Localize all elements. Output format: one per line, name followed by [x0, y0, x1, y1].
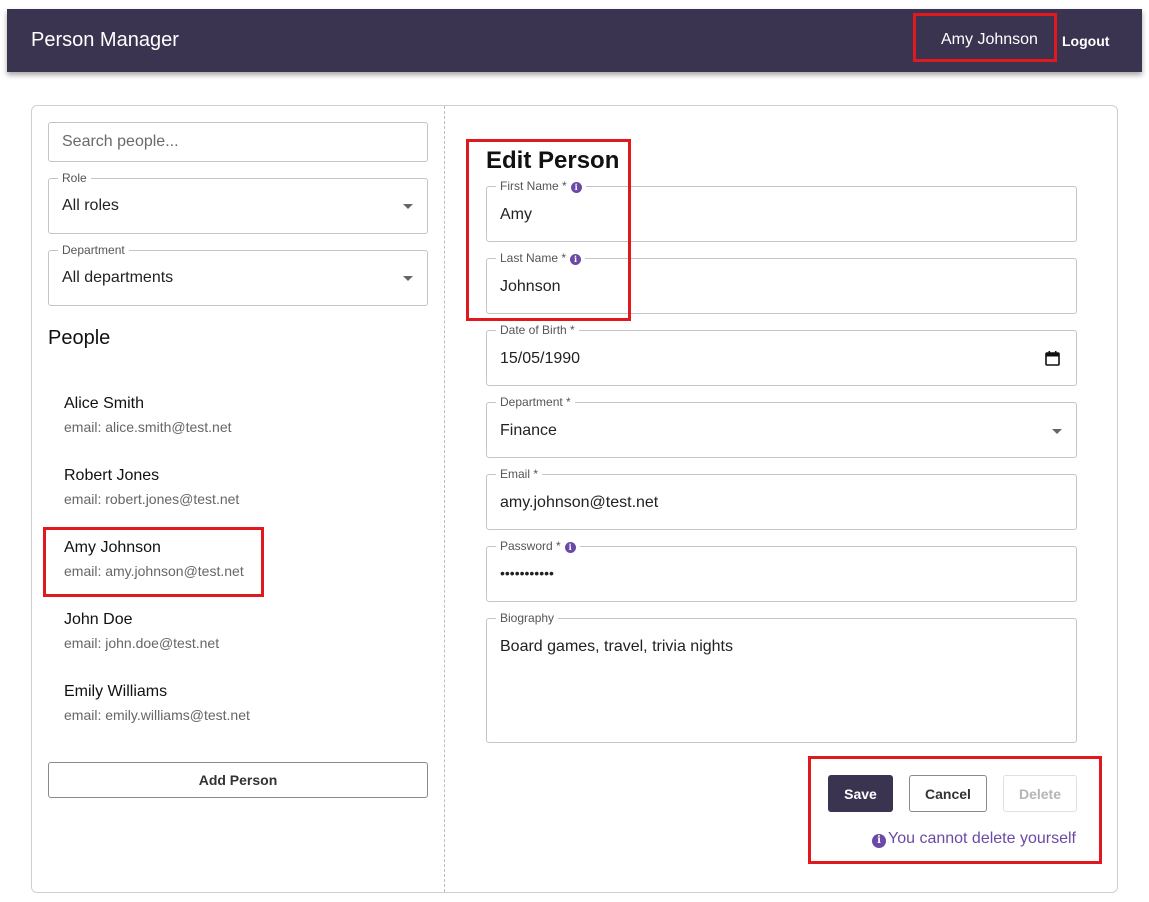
- app-title: Person Manager: [31, 29, 179, 51]
- email-value: amy.johnson@test.net: [500, 494, 659, 511]
- password-field[interactable]: Password * i •••••••••••: [486, 539, 1077, 602]
- search-input[interactable]: [48, 122, 428, 162]
- first-name-field[interactable]: First Name * i Amy: [486, 179, 1077, 242]
- logout-button[interactable]: Logout: [1062, 33, 1109, 49]
- first-name-value: Amy: [500, 206, 532, 223]
- date-of-birth-value: 15/05/1990: [500, 350, 581, 367]
- email-field[interactable]: Email * amy.johnson@test.net: [486, 467, 1077, 530]
- person-name: Amy Johnson: [64, 539, 161, 556]
- people-heading: People: [48, 327, 111, 349]
- info-icon[interactable]: i: [564, 542, 576, 553]
- calendar-icon[interactable]: [1045, 351, 1060, 366]
- chevron-down-icon: [403, 204, 413, 209]
- delete-note-text: You cannot delete yourself: [888, 830, 1076, 847]
- person-name: Alice Smith: [64, 395, 145, 412]
- biography-label: Biography: [496, 611, 559, 625]
- form-title: Edit Person: [486, 147, 620, 174]
- email-label: Email *: [496, 467, 543, 481]
- last-name-value: Johnson: [500, 278, 561, 295]
- list-item[interactable]: Alice Smith email: alice.smith@test.net: [48, 387, 428, 449]
- person-email: email: alice.smith@test.net: [64, 419, 232, 435]
- info-icon: i: [872, 834, 886, 848]
- password-label: Password * i: [496, 539, 580, 553]
- date-of-birth-field[interactable]: Date of Birth * 15/05/1990: [486, 323, 1077, 386]
- department-filter-value: All departments: [62, 269, 174, 286]
- app-bar: Person Manager Amy Johnson Logout: [7, 9, 1142, 72]
- first-name-label: First Name * i: [496, 179, 586, 193]
- department-value: Finance: [500, 422, 557, 439]
- person-email: email: john.doe@test.net: [64, 635, 220, 651]
- info-icon[interactable]: i: [570, 182, 582, 193]
- add-person-button[interactable]: Add Person: [48, 762, 428, 798]
- department-select[interactable]: Department * Finance: [486, 395, 1077, 458]
- person-name: Emily Williams: [64, 683, 168, 700]
- panel-divider: [444, 106, 445, 892]
- current-user-name: Amy Johnson: [941, 31, 1038, 48]
- department-filter-select[interactable]: Department All departments: [48, 243, 428, 306]
- role-filter-select[interactable]: Role All roles: [48, 171, 428, 234]
- password-value: •••••••••••: [500, 565, 554, 581]
- department-label: Department *: [496, 395, 575, 409]
- delete-note: i You cannot delete yourself: [872, 830, 1076, 848]
- date-of-birth-label: Date of Birth *: [496, 323, 579, 337]
- chevron-down-icon: [1052, 429, 1062, 434]
- chevron-down-icon: [403, 276, 413, 281]
- biography-textarea[interactable]: Biography Board games, travel, trivia ni…: [486, 611, 1077, 743]
- last-name-label: Last Name * i: [496, 251, 586, 265]
- role-filter-value: All roles: [62, 197, 119, 214]
- department-filter-label: Department: [58, 243, 129, 257]
- person-name: John Doe: [64, 611, 133, 628]
- person-email: email: amy.johnson@test.net: [64, 563, 244, 579]
- list-item[interactable]: Emily Williams email: emily.williams@tes…: [48, 675, 428, 737]
- delete-button[interactable]: Delete: [1003, 775, 1077, 812]
- biography-value: Board games, travel, trivia nights: [500, 638, 733, 655]
- person-name: Robert Jones: [64, 467, 160, 484]
- list-item[interactable]: Robert Jones email: robert.jones@test.ne…: [48, 459, 428, 521]
- info-icon[interactable]: i: [570, 254, 582, 265]
- role-filter-label: Role: [58, 171, 91, 185]
- list-item[interactable]: John Doe email: john.doe@test.net: [48, 603, 428, 665]
- person-email: email: robert.jones@test.net: [64, 491, 240, 507]
- cancel-button[interactable]: Cancel: [909, 775, 987, 812]
- save-button[interactable]: Save: [828, 775, 893, 812]
- person-email: email: emily.williams@test.net: [64, 707, 250, 723]
- last-name-field[interactable]: Last Name * i Johnson: [486, 251, 1077, 314]
- list-item[interactable]: Amy Johnson email: amy.johnson@test.net: [48, 531, 428, 593]
